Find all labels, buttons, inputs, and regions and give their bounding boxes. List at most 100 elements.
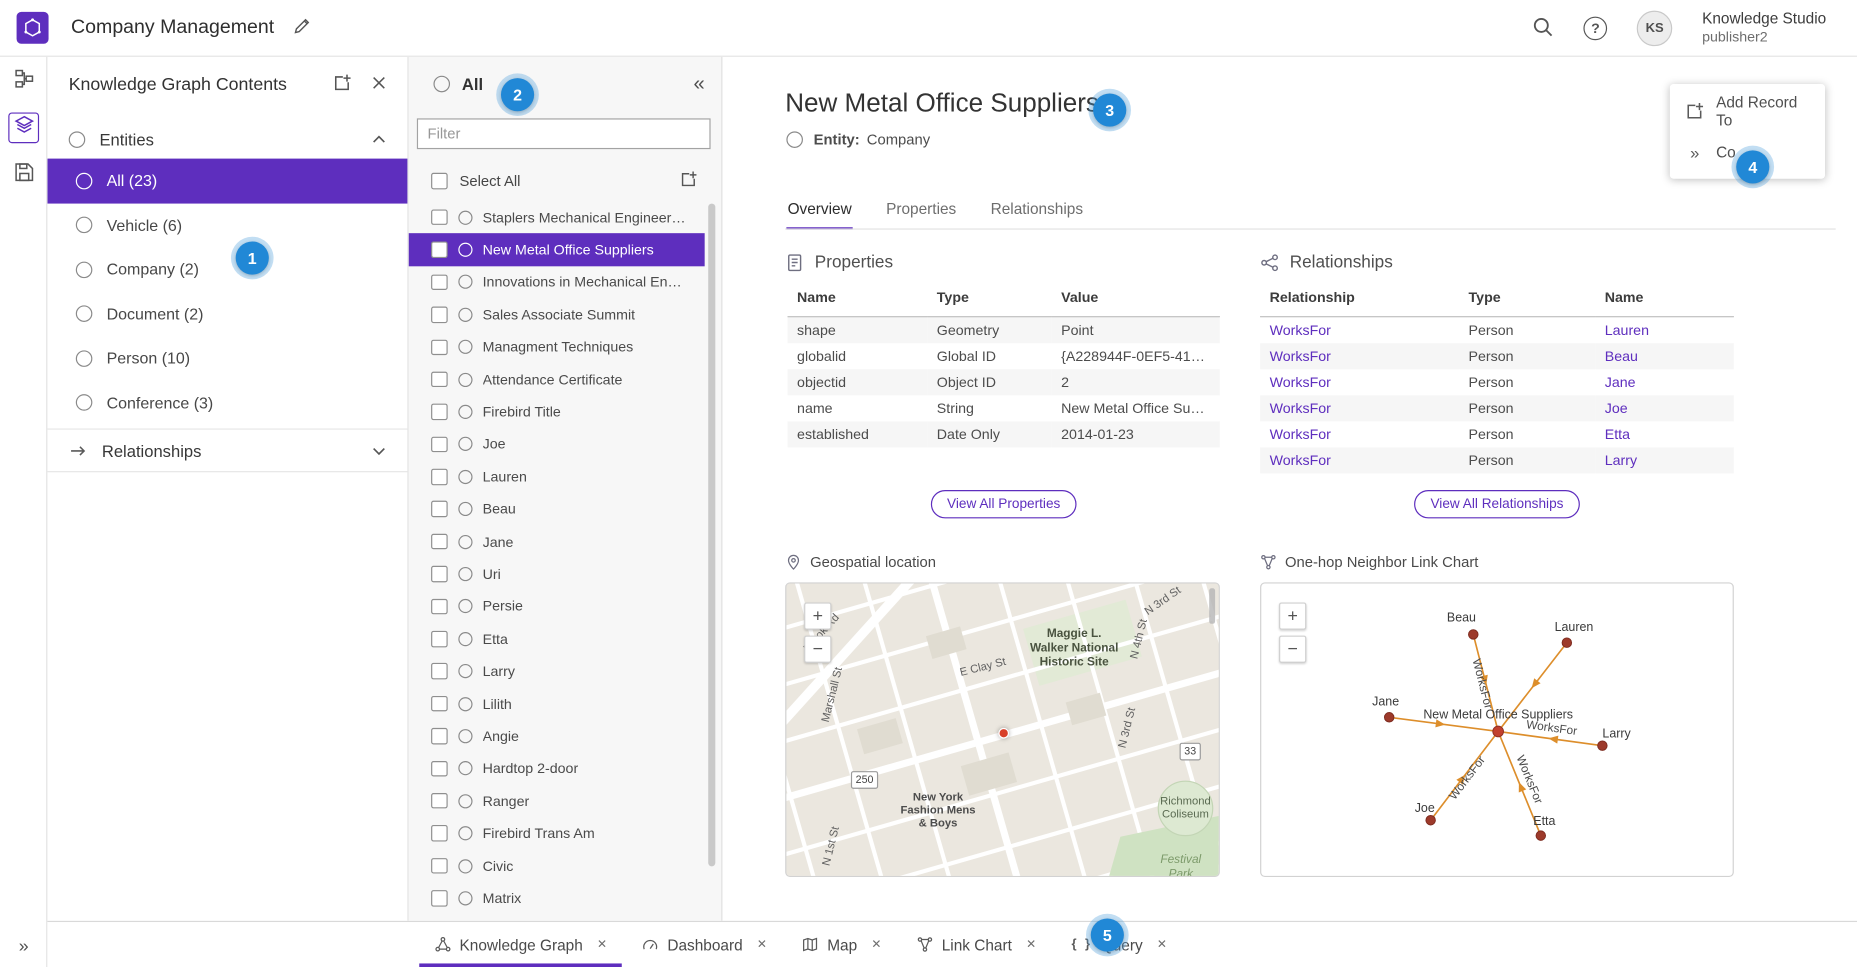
entity-type-item[interactable]: Person (10) xyxy=(47,336,407,380)
list-item[interactable]: Innovations in Mechanical Engin… xyxy=(409,266,705,298)
list-item[interactable]: Firebird Title xyxy=(409,396,705,428)
list-item[interactable]: Managment Techniques xyxy=(409,331,705,363)
view-all-relationships-button[interactable]: View All Relationships xyxy=(1414,490,1580,518)
entity-type-item[interactable]: All (23) xyxy=(47,159,407,203)
menu-item-add-record-to[interactable]: Add Record To xyxy=(1670,90,1825,131)
list-item[interactable]: Lilith xyxy=(409,688,705,720)
close-tab-icon[interactable]: ✕ xyxy=(757,938,767,951)
item-checkbox[interactable] xyxy=(431,793,447,809)
close-panel-button[interactable] xyxy=(370,73,389,95)
item-checkbox[interactable] xyxy=(431,696,447,712)
record-tab-properties[interactable]: Properties xyxy=(885,189,958,229)
zoom-out-button[interactable]: − xyxy=(1279,636,1306,663)
item-checkbox[interactable] xyxy=(431,566,447,582)
list-item[interactable]: Sales Associate Summit xyxy=(409,298,705,330)
record-link[interactable]: WorksFor xyxy=(1270,452,1450,469)
user-avatar[interactable]: KS xyxy=(1637,10,1673,46)
zoom-out-button[interactable]: − xyxy=(804,636,831,663)
graph-node[interactable] xyxy=(1536,831,1545,840)
item-checkbox[interactable] xyxy=(431,631,447,647)
add-record-button[interactable] xyxy=(680,170,698,191)
entity-type-item[interactable]: Vehicle (6) xyxy=(47,203,407,247)
list-item[interactable]: Persie xyxy=(409,590,705,622)
list-item[interactable]: Uri xyxy=(409,558,705,590)
record-link[interactable]: Lauren xyxy=(1605,322,1725,339)
record-link[interactable]: WorksFor xyxy=(1270,322,1450,339)
record-link[interactable]: Etta xyxy=(1605,426,1725,443)
graph-node-center[interactable] xyxy=(1493,726,1504,737)
list-item[interactable]: Larry xyxy=(409,655,705,687)
relationships-section-header[interactable]: Relationships xyxy=(47,428,407,472)
list-item[interactable]: Attendance Certificate xyxy=(409,363,705,395)
bottom-tab-map[interactable]: Map✕ xyxy=(785,922,900,967)
item-checkbox[interactable] xyxy=(431,858,447,874)
collapse-panel-button[interactable]: « xyxy=(693,72,704,96)
app-logo-icon[interactable] xyxy=(17,12,49,44)
list-item[interactable]: Civic xyxy=(409,850,705,882)
close-tab-icon[interactable]: ✕ xyxy=(1157,938,1167,951)
map-scrollbar[interactable] xyxy=(1209,588,1215,624)
record-link[interactable]: Larry xyxy=(1605,452,1725,469)
list-item[interactable]: Angie xyxy=(409,720,705,752)
expand-panel-icon[interactable]: » xyxy=(0,936,47,956)
record-link[interactable]: WorksFor xyxy=(1270,347,1450,364)
entity-type-item[interactable]: Company (2) xyxy=(47,247,407,291)
item-checkbox[interactable] xyxy=(431,890,447,906)
scrollbar[interactable] xyxy=(708,204,715,867)
new-record-button[interactable] xyxy=(333,73,352,95)
item-checkbox[interactable] xyxy=(431,274,447,290)
zoom-in-button[interactable]: + xyxy=(1279,602,1306,629)
list-item[interactable]: Beau xyxy=(409,493,705,525)
record-link[interactable]: Jane xyxy=(1605,373,1725,390)
bottom-tab-dashboard[interactable]: Dashboard✕ xyxy=(625,922,785,967)
list-item[interactable]: Firebird Trans Am xyxy=(409,817,705,849)
graph-node[interactable] xyxy=(1384,713,1393,722)
entities-section-header[interactable]: Entities xyxy=(47,121,407,159)
view-all-properties-button[interactable]: View All Properties xyxy=(930,490,1076,518)
record-link[interactable]: WorksFor xyxy=(1270,399,1450,416)
link-chart[interactable]: WorksForBeauLaurenJaneWorksForLarryWorks… xyxy=(1260,582,1734,877)
item-checkbox[interactable] xyxy=(431,307,447,323)
list-item[interactable]: Etta xyxy=(409,623,705,655)
item-checkbox[interactable] xyxy=(431,372,447,388)
list-item[interactable]: Lauren xyxy=(409,461,705,493)
item-checkbox[interactable] xyxy=(431,242,447,258)
item-checkbox[interactable] xyxy=(431,825,447,841)
search-button[interactable] xyxy=(1532,15,1555,41)
entity-type-item[interactable]: Document (2) xyxy=(47,292,407,336)
help-button[interactable]: ? xyxy=(1584,16,1608,40)
close-tab-icon[interactable]: ✕ xyxy=(871,938,881,951)
item-checkbox[interactable] xyxy=(431,404,447,420)
save-icon[interactable] xyxy=(8,160,39,191)
graph-node[interactable] xyxy=(1598,741,1607,750)
record-link[interactable]: WorksFor xyxy=(1270,426,1450,443)
record-tab-overview[interactable]: Overview xyxy=(786,189,853,229)
close-tab-icon[interactable]: ✕ xyxy=(597,938,607,951)
list-item[interactable]: Joe xyxy=(409,428,705,460)
item-checkbox[interactable] xyxy=(431,663,447,679)
list-item[interactable]: Matrix xyxy=(409,882,705,914)
item-checkbox[interactable] xyxy=(431,534,447,550)
list-item[interactable]: Staplers Mechanical Engineering xyxy=(409,201,705,233)
item-checkbox[interactable] xyxy=(431,501,447,517)
record-link[interactable]: Beau xyxy=(1605,347,1725,364)
graph-node[interactable] xyxy=(1562,638,1571,647)
entity-type-item[interactable]: Conference (3) xyxy=(47,381,407,425)
graph-node[interactable] xyxy=(1469,630,1478,639)
item-checkbox[interactable] xyxy=(431,469,447,485)
record-link[interactable]: Joe xyxy=(1605,399,1725,416)
item-checkbox[interactable] xyxy=(431,598,447,614)
data-model-icon[interactable] xyxy=(8,66,39,97)
graph-node[interactable] xyxy=(1426,816,1435,825)
zoom-in-button[interactable]: + xyxy=(804,602,831,629)
contents-layers-icon[interactable] xyxy=(8,112,39,143)
select-all-checkbox[interactable] xyxy=(431,173,448,190)
list-item[interactable]: New Metal Office Suppliers xyxy=(409,234,705,266)
item-checkbox[interactable] xyxy=(431,209,447,225)
close-tab-icon[interactable]: ✕ xyxy=(1026,938,1036,951)
item-checkbox[interactable] xyxy=(431,436,447,452)
list-item[interactable]: Jane xyxy=(409,525,705,557)
record-tab-relationships[interactable]: Relationships xyxy=(989,189,1084,229)
bottom-tab-knowledge-graph[interactable]: Knowledge Graph✕ xyxy=(417,922,625,967)
edit-title-button[interactable] xyxy=(292,17,311,39)
